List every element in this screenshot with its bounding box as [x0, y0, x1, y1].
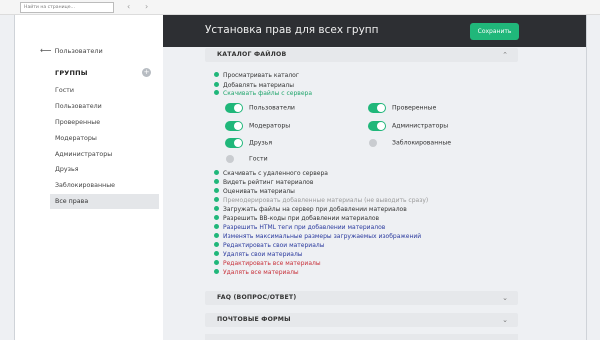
- groups-heading: ГРУППЫ: [55, 69, 88, 77]
- perm-download-files[interactable]: Скачивать файлы с сервера: [214, 90, 312, 98]
- toggle-switch[interactable]: [225, 154, 243, 164]
- toggle-label: Заблокированные: [392, 139, 452, 147]
- toggle-switch[interactable]: [368, 121, 386, 131]
- back-to-users-link[interactable]: ⟵ Пользователи: [40, 46, 103, 55]
- add-group-icon[interactable]: +: [142, 68, 151, 77]
- toggle-row-friends[interactable]: Друзья: [225, 138, 272, 148]
- enabled-dot-icon: [214, 215, 219, 220]
- sidebar-item-blocked[interactable]: Заблокированные: [55, 182, 115, 189]
- toggle-label: Друзья: [249, 139, 273, 147]
- toggle-label: Гости: [249, 155, 268, 163]
- right-divider: [586, 15, 587, 340]
- enabled-dot-icon: [214, 179, 219, 184]
- toggle-label: Администраторы: [392, 122, 449, 130]
- perm-add-materials[interactable]: Добавлять материалы: [214, 82, 294, 90]
- perm-label: Скачивать с удаленного сервера: [223, 170, 328, 177]
- save-button[interactable]: Сохранить: [470, 23, 519, 40]
- perm-rate-materials[interactable]: Оценивать материалы: [214, 188, 295, 196]
- perm-label: Разрешить BB-коды при добавлении материа…: [223, 215, 380, 222]
- perm-label: Удалять свои материалы: [223, 251, 303, 258]
- enabled-dot-icon: [214, 197, 219, 202]
- toggle-row-users[interactable]: Пользователи: [225, 103, 295, 113]
- enabled-dot-icon: [214, 206, 219, 211]
- perm-edit-all[interactable]: Редактировать все материалы: [214, 260, 321, 268]
- back-arrow-icon[interactable]: ‹: [127, 1, 130, 13]
- sidebar-item-friends[interactable]: Друзья: [55, 166, 79, 173]
- perm-label: Редактировать все материалы: [223, 260, 321, 267]
- enabled-dot-icon: [214, 82, 219, 87]
- toggle-row-guests[interactable]: Гости: [225, 154, 268, 164]
- perm-label: Редактировать свои материалы: [223, 242, 325, 249]
- toggle-switch[interactable]: [368, 138, 386, 148]
- section-file-catalog[interactable]: КАТАЛОГ ФАЙЛОВ ⌃: [205, 48, 518, 62]
- sidebar-item-administrators[interactable]: Администраторы: [55, 151, 112, 158]
- perm-upload-files[interactable]: Загружать файлы на сервер при добавлении…: [214, 206, 407, 214]
- toggle-row-verified[interactable]: Проверенные: [368, 103, 436, 113]
- sidebar-item-guests[interactable]: Гости: [55, 87, 74, 94]
- enabled-dot-icon: [214, 233, 219, 238]
- enabled-dot-icon: [214, 72, 219, 77]
- toggle-row-moderators[interactable]: Модераторы: [225, 121, 290, 131]
- enabled-dot-icon: [214, 224, 219, 229]
- perm-label: Премодерировать добавленные материалы (н…: [223, 197, 429, 204]
- enabled-dot-icon: [214, 269, 219, 274]
- chevron-down-icon: ⌄: [502, 294, 508, 302]
- toggle-row-administrators[interactable]: Администраторы: [368, 121, 448, 131]
- chevron-down-icon: ⌄: [502, 316, 508, 324]
- back-link-label: Пользователи: [54, 47, 103, 55]
- section-faq[interactable]: FAQ (ВОПРОС/ОТВЕТ) ⌄: [205, 291, 518, 305]
- toggle-label: Проверенные: [392, 104, 437, 112]
- perm-label: Видеть рейтинг материалов: [223, 179, 314, 186]
- perm-bbcode[interactable]: Разрешить BB-коды при добавлении материа…: [214, 215, 379, 223]
- perm-label: Оценивать материалы: [223, 188, 295, 195]
- perm-label: Просматривать каталог: [223, 72, 299, 79]
- section-title: ПОЧТОВЫЕ ФОРМЫ: [217, 316, 291, 323]
- toggle-label: Пользователи: [249, 104, 295, 112]
- perm-view-rating[interactable]: Видеть рейтинг материалов: [214, 179, 313, 187]
- sidebar: [15, 15, 163, 340]
- toggle-switch[interactable]: [225, 103, 243, 113]
- section-title: КАТАЛОГ ФАЙЛОВ: [217, 51, 287, 58]
- sidebar-item-users[interactable]: Пользователи: [55, 103, 102, 110]
- sidebar-item-moderators[interactable]: Модераторы: [55, 135, 97, 142]
- enabled-dot-icon: [214, 242, 219, 247]
- perm-download-remote[interactable]: Скачивать с удаленного сервера: [214, 170, 328, 178]
- perm-label: Разрешить HTML теги при добавлении матер…: [223, 224, 386, 231]
- enabled-dot-icon: [214, 188, 219, 193]
- perm-edit-own[interactable]: Редактировать свои материалы: [214, 242, 324, 250]
- toggle-label: Модераторы: [249, 122, 291, 130]
- perm-label: Изменять максимальные размеры загружаемы…: [223, 233, 422, 240]
- perm-html-tags[interactable]: Разрешить HTML теги при добавлении матер…: [214, 224, 385, 232]
- toggle-switch[interactable]: [225, 138, 243, 148]
- perm-label: Загружать файлы на сервер при добавлении…: [223, 206, 407, 213]
- toggle-row-blocked[interactable]: Заблокированные: [368, 138, 451, 148]
- perm-label: Скачивать файлы с сервера: [223, 90, 312, 97]
- page-title: Установка прав для всех групп: [205, 24, 379, 36]
- perm-view-catalog[interactable]: Просматривать каталог: [214, 72, 299, 80]
- find-on-page-input[interactable]: Найти на странице...: [20, 2, 114, 13]
- section-mail-forms[interactable]: ПОЧТОВЫЕ ФОРМЫ ⌄: [205, 313, 518, 327]
- next-section-edge: [205, 334, 518, 340]
- toggle-switch[interactable]: [225, 121, 243, 131]
- sidebar-item-all-rights[interactable]: Все права: [50, 194, 159, 209]
- browser-toolbar: Найти на странице... ‹ ›: [0, 0, 600, 15]
- perm-delete-own[interactable]: Удалять свои материалы: [214, 251, 303, 259]
- sidebar-item-verified[interactable]: Проверенные: [55, 119, 100, 126]
- enabled-dot-icon: [214, 90, 219, 95]
- enabled-dot-icon: [214, 251, 219, 256]
- section-title: FAQ (ВОПРОС/ОТВЕТ): [217, 294, 297, 301]
- page-header: Установка прав для всех групп Сохранить: [163, 15, 586, 47]
- chevron-up-icon: ⌃: [502, 51, 508, 59]
- arrow-left-icon: ⟵: [40, 46, 52, 55]
- perm-label: Добавлять материалы: [223, 82, 295, 89]
- forward-arrow-icon[interactable]: ›: [145, 1, 148, 13]
- perm-premoderate[interactable]: Премодерировать добавленные материалы (н…: [214, 197, 428, 205]
- perm-image-sizes[interactable]: Изменять максимальные размеры загружаемы…: [214, 233, 421, 241]
- perm-label: Удалять все материалы: [223, 269, 299, 276]
- enabled-dot-icon: [214, 170, 219, 175]
- perm-delete-all[interactable]: Удалять все материалы: [214, 269, 299, 277]
- toggle-switch[interactable]: [368, 103, 386, 113]
- enabled-dot-icon: [214, 260, 219, 265]
